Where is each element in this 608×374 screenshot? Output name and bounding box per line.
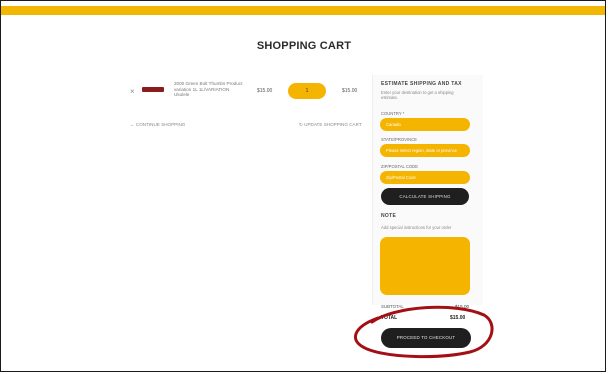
remove-item-icon[interactable]: × xyxy=(130,87,135,96)
proceed-to-checkout-button[interactable]: PROCEED TO CHECKOUT xyxy=(381,328,471,348)
quantity-stepper[interactable]: 1 xyxy=(288,83,326,99)
country-select[interactable]: Canada xyxy=(380,118,470,131)
continue-shopping-link[interactable]: ← CONTINUE SHOPPING xyxy=(130,122,185,127)
total-label: TOTAL xyxy=(381,315,398,321)
top-accent-bar xyxy=(1,6,605,15)
shipping-description: Enter your destination to get a shipping… xyxy=(381,90,454,101)
update-cart-link[interactable]: ↻ UPDATE SHOPPING CART xyxy=(299,122,362,128)
note-description: Add special instructions for your order xyxy=(381,225,452,230)
page-title: SHOPPING CART xyxy=(256,40,352,52)
shipping-heading: ESTIMATE SHIPPING AND TAX xyxy=(381,81,462,87)
state-select[interactable]: Please select region, state or province xyxy=(380,144,470,157)
page-frame xyxy=(0,0,606,372)
zip-input[interactable]: Zip/Postal Code xyxy=(380,171,470,184)
line-total: $15.00 xyxy=(342,88,358,94)
product-price: $15.00 xyxy=(257,88,273,94)
total-value: $15.00 xyxy=(450,315,466,321)
product-name-link[interactable]: 2000 Green Bolt Thumbs Product variation… xyxy=(174,81,244,98)
cart-item-row: × 2000 Green Bolt Thumbs Product variati… xyxy=(128,75,363,105)
note-heading: NOTE xyxy=(381,213,397,219)
product-thumbnail[interactable] xyxy=(142,87,164,92)
zip-label: ZIP/POSTAL CODE xyxy=(381,164,418,169)
country-label: COUNTRY * xyxy=(381,111,405,116)
order-note-textarea[interactable] xyxy=(380,237,470,295)
subtotal-value: $15.00 xyxy=(455,304,470,309)
subtotal-label: SUBTOTAL xyxy=(381,304,404,309)
calculate-shipping-button[interactable]: CALCULATE SHIPPING xyxy=(381,188,469,205)
state-label: STATE/PROVINCE xyxy=(381,137,417,142)
